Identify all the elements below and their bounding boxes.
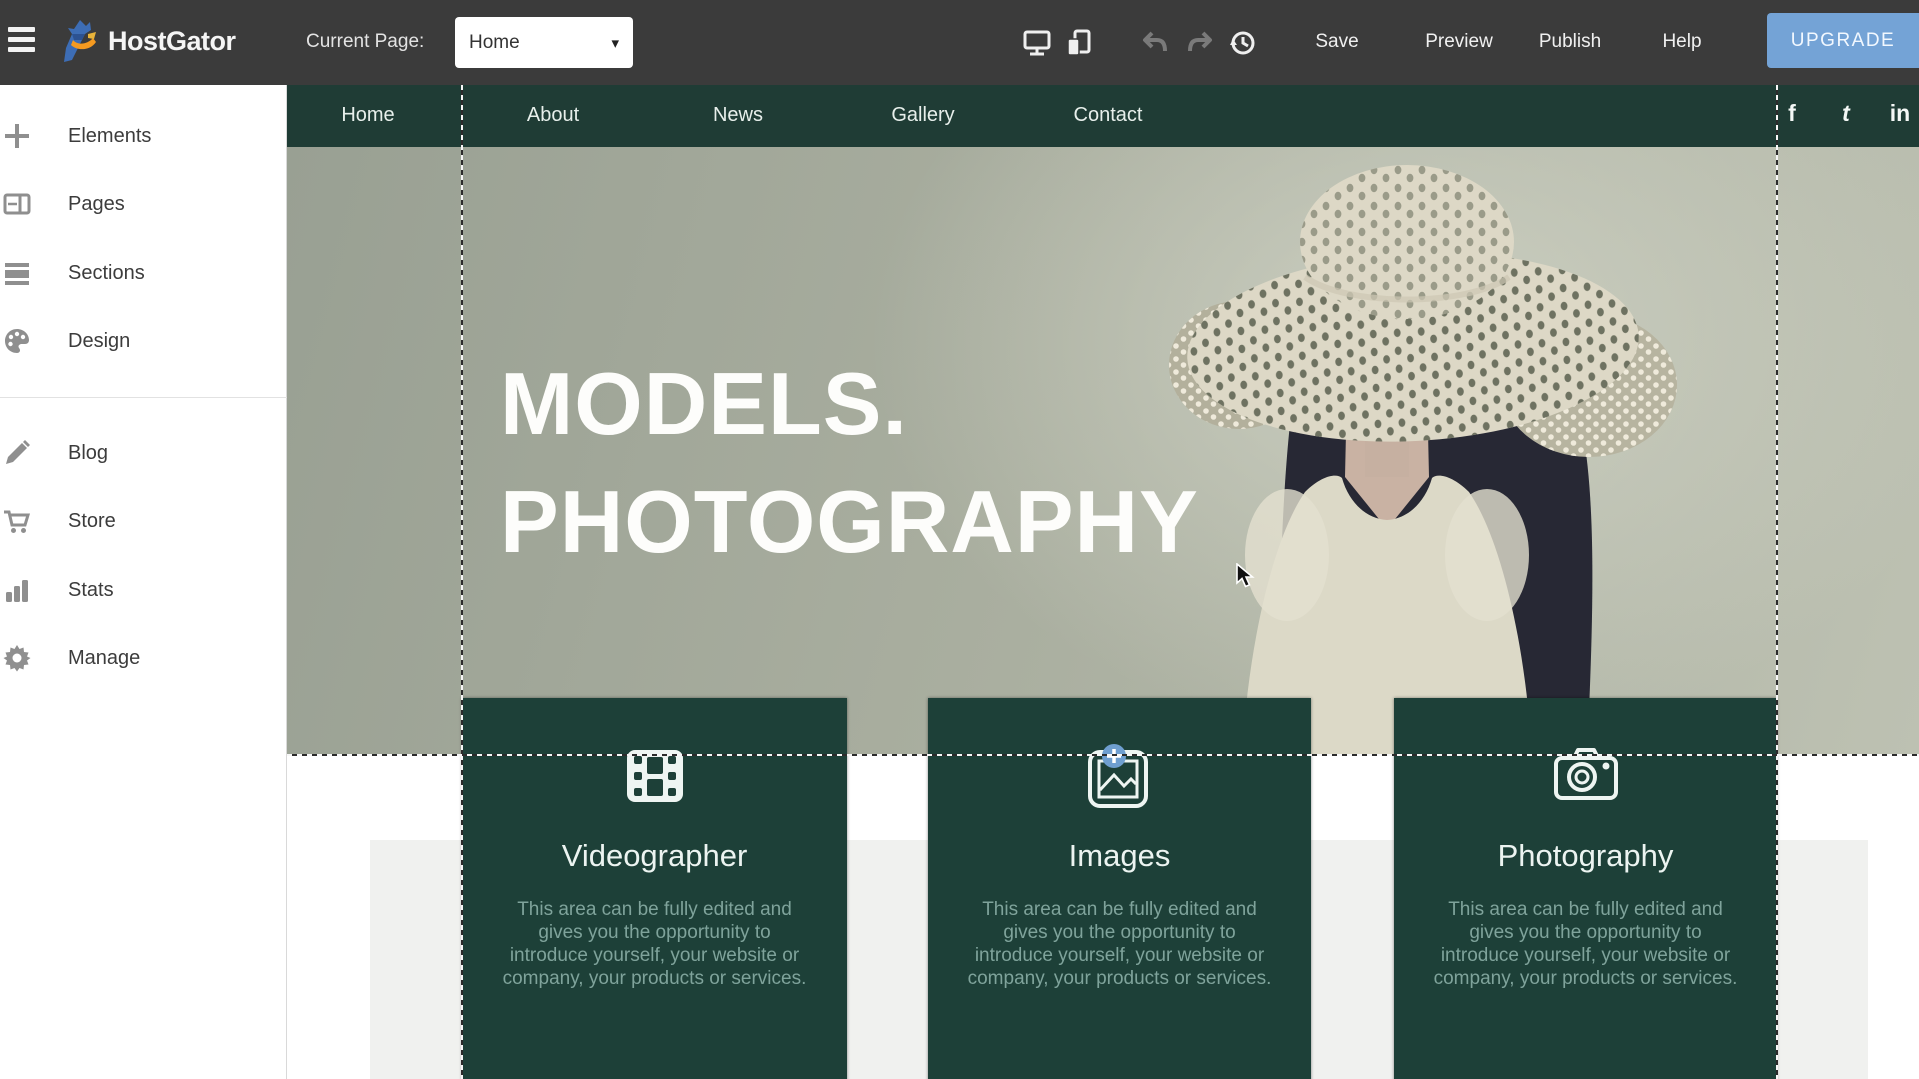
page-layout-icon: [3, 190, 31, 218]
upgrade-button[interactable]: UPGRADE: [1767, 13, 1919, 68]
site-nav-news[interactable]: News: [713, 104, 763, 127]
sidebar-label: Design: [68, 330, 130, 353]
save-button[interactable]: Save: [1315, 31, 1358, 53]
sidebar-item-store[interactable]: Store: [0, 495, 287, 547]
mobile-preview-icon[interactable]: [1065, 29, 1093, 57]
sidebar-label: Blog: [68, 442, 108, 465]
sidebar-label: Elements: [68, 125, 151, 148]
site-nav-bar[interactable]: Home About News Gallery Contact f t in: [287, 85, 1919, 147]
hero-title-line2: PHOTOGRAPHY: [500, 463, 1199, 581]
chevron-down-icon: ▾: [611, 34, 619, 52]
redo-icon[interactable]: [1186, 29, 1214, 57]
site-nav-contact[interactable]: Contact: [1074, 104, 1143, 127]
sidebar-label: Sections: [68, 262, 145, 285]
card-title[interactable]: Videographer: [462, 838, 847, 874]
gear-icon: [3, 644, 31, 672]
selection-border-right[interactable]: [1776, 85, 1778, 1079]
sidebar-label: Manage: [68, 647, 140, 670]
sidebar-label: Pages: [68, 193, 125, 216]
hostgator-brand: HostGator: [60, 18, 236, 64]
selection-border-bottom[interactable]: [287, 754, 1919, 756]
facebook-icon[interactable]: f: [1788, 100, 1796, 127]
sidebar-item-elements[interactable]: Elements: [0, 110, 287, 162]
card-title[interactable]: Images: [928, 838, 1311, 874]
preview-button[interactable]: Preview: [1425, 31, 1493, 53]
sidebar-label: Stats: [68, 579, 114, 602]
sidebar-item-pages[interactable]: Pages: [0, 178, 287, 230]
site-nav-gallery[interactable]: Gallery: [891, 104, 954, 127]
twitter-icon[interactable]: t: [1842, 100, 1850, 127]
pencil-icon: [3, 439, 31, 467]
sidebar-item-manage[interactable]: Manage: [0, 632, 287, 684]
brand-name: HostGator: [108, 26, 236, 57]
card-body[interactable]: This area can be fully edited and gives …: [1433, 898, 1738, 990]
help-button[interactable]: Help: [1662, 31, 1701, 53]
sidebar-item-design[interactable]: Design: [0, 315, 287, 367]
mouse-cursor: [1235, 563, 1257, 589]
undo-icon[interactable]: [1141, 29, 1169, 57]
card-body[interactable]: This area can be fully edited and gives …: [502, 898, 807, 990]
card-title[interactable]: Photography: [1394, 838, 1777, 874]
palette-icon: [3, 327, 31, 355]
sidebar-item-blog[interactable]: Blog: [0, 427, 287, 479]
hero-section[interactable]: MODELS. PHOTOGRAPHY: [287, 147, 1919, 755]
cart-icon: [3, 507, 31, 535]
builder-toolbar: HostGator Current Page: Home ▾: [0, 0, 1919, 85]
website-builder: HostGator Current Page: Home ▾: [0, 0, 1919, 1079]
hamburger-menu-icon[interactable]: [8, 27, 35, 57]
current-page-label: Current Page:: [306, 31, 424, 53]
publish-button[interactable]: Publish: [1539, 31, 1601, 53]
hero-title[interactable]: MODELS. PHOTOGRAPHY: [500, 345, 1199, 581]
sidebar-divider: [0, 397, 287, 398]
site-canvas: Home About News Gallery Contact f t in: [287, 85, 1919, 1079]
bar-chart-icon: [3, 576, 31, 604]
sidebar-label: Store: [68, 510, 116, 533]
hero-title-line1: MODELS.: [500, 345, 1199, 463]
desktop-preview-icon[interactable]: [1023, 29, 1051, 57]
selection-border-left[interactable]: [461, 85, 463, 1079]
site-nav-about[interactable]: About: [527, 104, 579, 127]
page-selector-value: Home: [469, 32, 611, 54]
sidebar-item-stats[interactable]: Stats: [0, 564, 287, 616]
site-nav-home[interactable]: Home: [341, 104, 394, 127]
history-icon[interactable]: [1228, 29, 1256, 57]
linkedin-icon[interactable]: in: [1890, 100, 1910, 127]
hostgator-logo-icon: [60, 18, 102, 64]
page-selector-dropdown[interactable]: Home ▾: [455, 17, 633, 68]
card-body[interactable]: This area can be fully edited and gives …: [967, 898, 1272, 990]
stacked-sections-icon: [3, 259, 31, 287]
builder-sidebar: Elements Pages Sections: [0, 85, 287, 1079]
plus-icon: [3, 122, 31, 150]
sidebar-item-sections[interactable]: Sections: [0, 247, 287, 299]
